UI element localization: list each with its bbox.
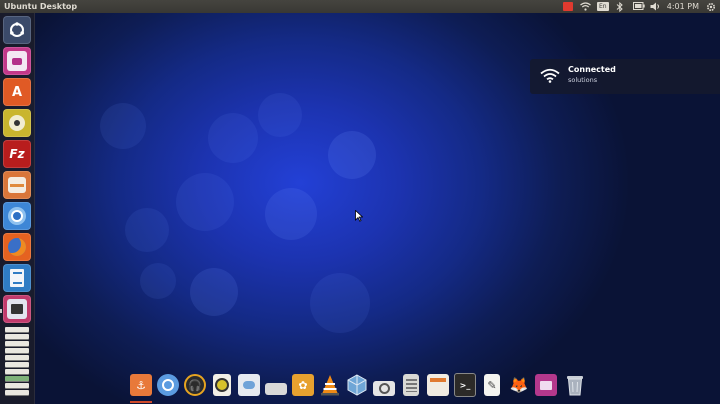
record-icon[interactable]: [562, 2, 573, 11]
bokeh-light: [265, 188, 317, 240]
launcher-stack-item[interactable]: [5, 390, 29, 395]
launcher-chromium[interactable]: [3, 202, 31, 230]
bokeh-light: [190, 268, 238, 316]
video-player-icon: [7, 51, 27, 71]
vlc-icon: [319, 374, 341, 396]
calculator-icon: [403, 374, 419, 396]
software-center-icon: A: [11, 84, 23, 100]
launcher-software-center[interactable]: A: [3, 78, 31, 106]
gimp-icon: 🦊: [509, 376, 529, 394]
music-player-icon: [213, 374, 231, 396]
files-icon: [8, 177, 26, 193]
headphones-icon: 🎧: [184, 374, 206, 396]
system-tray: En 4:01 PM: [562, 0, 716, 13]
anchor-icon: ⚓: [130, 374, 152, 396]
dash-home-button[interactable]: [3, 16, 31, 44]
launcher-libreoffice-writer[interactable]: [3, 264, 31, 292]
volume-icon[interactable]: [650, 2, 660, 11]
media-icon: [7, 299, 27, 319]
launcher-stack-item[interactable]: [5, 376, 29, 381]
keyboard-layout-indicator[interactable]: En: [596, 2, 609, 11]
launcher-stack-item[interactable]: [5, 369, 29, 374]
bokeh-light: [208, 113, 258, 163]
dock-item-headphones[interactable]: 🎧: [184, 372, 206, 398]
screenshot-icon: [373, 380, 395, 396]
dock-item-anchor[interactable]: ⚓: [130, 372, 152, 398]
files-icon: [427, 374, 449, 396]
bokeh-light: [258, 93, 302, 137]
dock-item-calculator[interactable]: [400, 372, 422, 398]
launcher-filezilla[interactable]: Fz: [3, 140, 31, 168]
bluetooth-icon[interactable]: [616, 2, 626, 12]
top-panel: Ubuntu Desktop En 4:01 PM: [0, 0, 720, 13]
notification-subtitle: solutions: [568, 76, 598, 84]
dock-item-gimp[interactable]: 🦊: [508, 372, 530, 398]
launcher-stack-item[interactable]: [5, 327, 29, 332]
dock-item-photos[interactable]: ✿: [292, 372, 314, 398]
text-editor-icon: ✎: [484, 374, 500, 396]
video-icon: [535, 374, 557, 396]
drive-icon: [265, 383, 287, 395]
dock-item-files[interactable]: [427, 372, 449, 398]
amarok-icon: [9, 115, 25, 131]
bokeh-light: [176, 173, 234, 231]
messaging-icon: [238, 374, 260, 396]
libreoffice-writer-icon: [10, 269, 24, 287]
launcher-stack-item[interactable]: [5, 334, 29, 339]
network-notification: Connected solutions: [530, 59, 720, 94]
notification-title: Connected: [568, 65, 616, 74]
wifi-icon: [540, 68, 560, 87]
wifi-icon[interactable]: [579, 2, 591, 11]
dock-item-trash[interactable]: [564, 372, 586, 398]
chromium-icon: [8, 207, 26, 225]
window-title: Ubuntu Desktop: [4, 2, 78, 11]
photos-icon: ✿: [292, 374, 314, 396]
dock-item-video[interactable]: [535, 372, 557, 398]
dock: ⚓ 🎧 ✿ >_ ✎ 🦊: [126, 370, 594, 404]
bokeh-light: [140, 263, 176, 299]
dock-item-messaging[interactable]: [238, 372, 260, 398]
firefox-icon: [8, 238, 26, 256]
bokeh-light: [310, 273, 370, 333]
launcher-stack-item[interactable]: [5, 348, 29, 353]
launcher-amarok[interactable]: [3, 109, 31, 137]
chromium-icon: [157, 374, 179, 396]
launcher-stack-item[interactable]: [5, 355, 29, 360]
launcher-video-player[interactable]: [3, 47, 31, 75]
bokeh-light: [328, 131, 376, 179]
launcher-firefox[interactable]: [3, 233, 31, 261]
battery-icon[interactable]: [632, 2, 645, 11]
active-indicator: [130, 401, 152, 403]
launcher-files[interactable]: [3, 171, 31, 199]
trash-icon: [564, 374, 586, 396]
dock-item-music-player[interactable]: [211, 372, 233, 398]
unity-launcher: A Fz: [0, 13, 35, 404]
clock[interactable]: 4:01 PM: [667, 0, 699, 13]
dock-item-screenshot[interactable]: [373, 372, 395, 398]
dock-item-terminal[interactable]: >_: [454, 372, 476, 398]
launcher-stack-item[interactable]: [5, 383, 29, 388]
bokeh-light: [100, 103, 146, 149]
bokeh-light: [125, 208, 169, 252]
ubuntu-logo-icon: [7, 20, 27, 40]
mouse-cursor-icon: [355, 207, 364, 226]
launcher-stack-item[interactable]: [5, 341, 29, 346]
launcher-media[interactable]: [3, 295, 31, 323]
dock-item-drive[interactable]: [265, 372, 287, 398]
virtualbox-icon: [346, 374, 368, 396]
dock-item-vlc[interactable]: [319, 372, 341, 398]
launcher-stack-item[interactable]: [5, 362, 29, 367]
running-indicator: [0, 309, 2, 313]
gear-icon[interactable]: [706, 2, 716, 12]
dock-item-virtualbox[interactable]: [346, 372, 368, 398]
terminal-icon: >_: [454, 373, 476, 397]
dock-item-text-editor[interactable]: ✎: [481, 372, 503, 398]
dock-item-chromium[interactable]: [157, 372, 179, 398]
filezilla-icon: Fz: [9, 147, 25, 161]
